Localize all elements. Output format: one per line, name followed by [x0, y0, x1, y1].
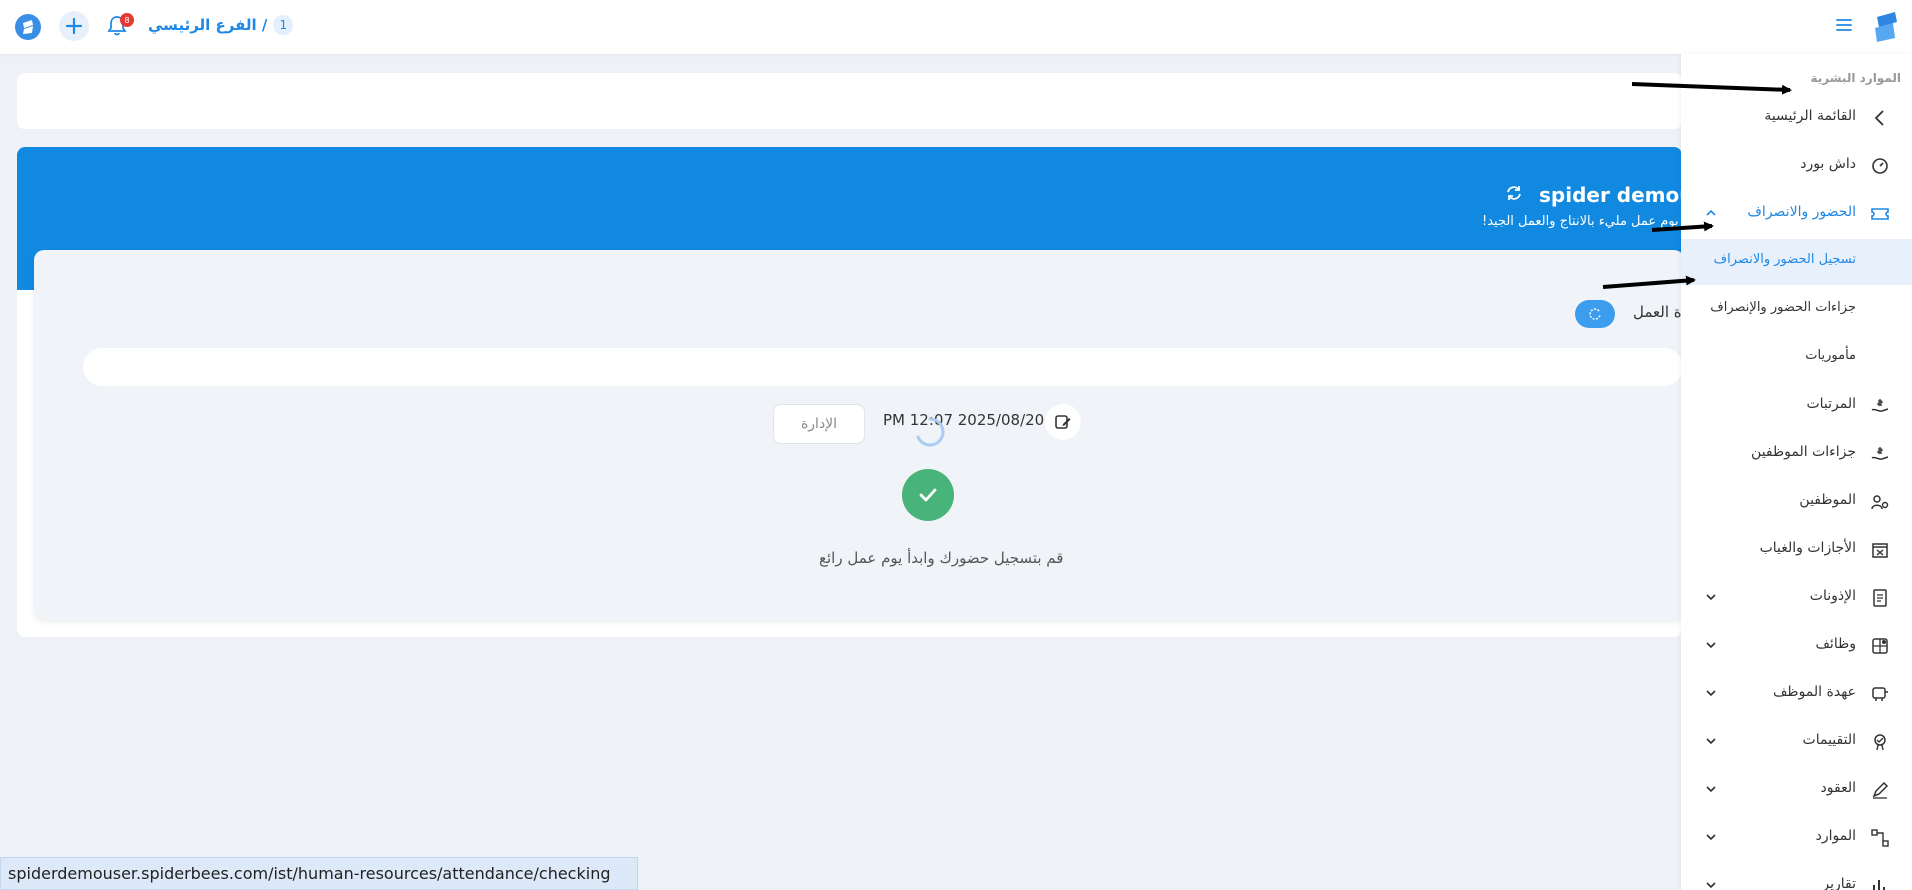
sidebar-section-title: الموارد البشرية — [1810, 71, 1901, 85]
users-gear-icon — [1871, 495, 1889, 510]
chevron-down-icon — [1706, 642, 1716, 649]
sidebar-item-evaluations[interactable]: التقييمات — [1681, 719, 1912, 765]
document-list-icon — [1873, 589, 1887, 607]
gauge-icon — [1872, 158, 1888, 174]
sidebar-item-label: الحضور والانصراف — [1747, 204, 1856, 220]
checkmark-icon — [919, 488, 937, 502]
chevron-down-icon — [1706, 594, 1716, 601]
sidebar: الموارد البشرية القائمة الرئيسية داش بور… — [1681, 54, 1912, 890]
sidebar-item-label: تسجيل الحضور والانصراف — [1713, 252, 1856, 267]
chevron-up-icon — [1706, 209, 1716, 216]
sidebar-item-resources[interactable]: الموارد — [1681, 815, 1912, 861]
sidebar-item-label: التقييمات — [1802, 732, 1856, 748]
logo-icon — [15, 14, 41, 40]
check-in-button[interactable] — [902, 469, 954, 521]
hero-title: spider demou — [1539, 183, 1682, 207]
sidebar-item-jobs[interactable]: وظائف — [1681, 623, 1912, 669]
sidebar-subitem-attendance-penalties[interactable]: جزاءات الحضور والإنصراف — [1681, 287, 1912, 333]
hero-refresh-button[interactable] — [1505, 184, 1523, 202]
chevron-down-icon — [1706, 834, 1716, 841]
edit-note-button[interactable] — [1045, 404, 1081, 440]
sidebar-item-salaries[interactable]: المرتبات — [1681, 383, 1912, 429]
check-in-message: قم بتسجيل حضورك وابدأ يوم عمل رائع — [819, 549, 1064, 567]
status-url-bar: spiderdemouser.spiderbees.com/ist/human-… — [0, 857, 638, 890]
sidebar-item-dashboard[interactable]: داش بورد — [1681, 143, 1912, 189]
sidebar-item-label: العقود — [1820, 780, 1856, 796]
sidebar-item-label: الإذونات — [1809, 588, 1856, 604]
hamburger-icon — [1836, 19, 1852, 31]
department-select[interactable]: الإدارة — [773, 404, 865, 444]
grid-plus-icon — [1872, 638, 1888, 654]
reload-button[interactable] — [1575, 300, 1615, 328]
attendance-card: spider demou تمنى لك يوم عمل مليء بالانت… — [17, 147, 1682, 637]
sidebar-item-attendance[interactable]: الحضور والانصراف — [1681, 191, 1912, 237]
app-logo-right[interactable] — [1871, 11, 1901, 43]
chevron-left-icon — [1874, 110, 1884, 126]
logo-icon — [1875, 12, 1897, 42]
sidebar-item-label: جزاءات الموظفين — [1751, 444, 1856, 460]
reload-icon — [1589, 308, 1601, 320]
hero-subtitle: تمنى لك يوم عمل مليء بالانتاج والعمل الج… — [1482, 214, 1682, 229]
plus-icon — [65, 17, 83, 35]
notification-badge: 8 — [120, 13, 134, 27]
hand-money-icon — [1871, 399, 1889, 412]
sidebar-item-label: الموارد — [1815, 828, 1856, 844]
badge-check-icon — [1874, 734, 1886, 751]
chevron-down-icon — [1706, 738, 1716, 745]
current-datetime: PM 12:07 2025/08/20 — [883, 411, 1045, 429]
refresh-icon — [1507, 186, 1521, 200]
chevron-down-icon — [1706, 882, 1716, 889]
sidebar-item-contracts[interactable]: العقود — [1681, 767, 1912, 813]
sidebar-item-label: عهدة الموظف — [1772, 684, 1856, 700]
pen-icon — [1872, 781, 1889, 799]
sidebar-item-label: تقارير — [1822, 876, 1856, 890]
sidebar-item-label: الموظفين — [1799, 492, 1856, 508]
branch-selector[interactable]: الفرع الرئيسي / 1 — [148, 15, 294, 35]
menu-toggle-button[interactable] — [1835, 17, 1853, 33]
top-bar: 8 الفرع الرئيسي / 1 — [0, 0, 1912, 54]
cart-icon — [1872, 687, 1888, 701]
calendar-x-icon — [1872, 543, 1888, 558]
sidebar-item-label: المرتبات — [1806, 396, 1856, 412]
sidebar-subitem-missions[interactable]: مأموريات — [1681, 335, 1912, 381]
sidebar-item-reports[interactable]: تقارير — [1681, 863, 1912, 890]
sidebar-subitem-attendance-checking[interactable]: تسجيل الحضور والانصراف — [1681, 239, 1912, 285]
chevron-down-icon — [1706, 690, 1716, 697]
branch-number: 1 — [273, 15, 294, 35]
loading-spinner-icon — [916, 417, 945, 447]
sidebar-item-label: جزاءات الحضور والإنصراف — [1710, 300, 1856, 315]
app-logo-left[interactable] — [14, 13, 42, 41]
branch-name: الفرع الرئيسي / — [148, 16, 268, 34]
sidebar-item-employees[interactable]: الموظفين — [1681, 479, 1912, 525]
sidebar-item-label: داش بورد — [1800, 156, 1856, 172]
sidebar-item-employee-penalties[interactable]: جزاءات الموظفين — [1681, 431, 1912, 477]
edit-icon — [1055, 415, 1071, 429]
sidebar-item-label: مأموريات — [1805, 348, 1856, 363]
sidebar-item-label: القائمة الرئيسية — [1764, 108, 1856, 124]
add-button[interactable] — [59, 11, 89, 41]
sidebar-item-label: وظائف — [1815, 636, 1856, 652]
hand-money-icon — [1871, 447, 1889, 460]
sidebar-item-permissions[interactable]: الإذونات — [1681, 575, 1912, 621]
sidebar-item-leaves[interactable]: الأجازات والغياب — [1681, 527, 1912, 573]
nodes-icon — [1871, 829, 1889, 847]
sidebar-item-label: الأجازات والغياب — [1759, 540, 1856, 556]
search-bar[interactable] — [83, 348, 1682, 386]
top-empty-card — [17, 73, 1682, 129]
work-label: ة العمل — [1633, 303, 1682, 321]
sidebar-item-main-menu[interactable]: القائمة الرئيسية — [1681, 95, 1912, 141]
sidebar-item-custody[interactable]: عهدة الموظف — [1681, 671, 1912, 717]
chart-icon — [1873, 880, 1885, 890]
chevron-down-icon — [1706, 786, 1716, 793]
ticket-icon — [1871, 208, 1889, 220]
